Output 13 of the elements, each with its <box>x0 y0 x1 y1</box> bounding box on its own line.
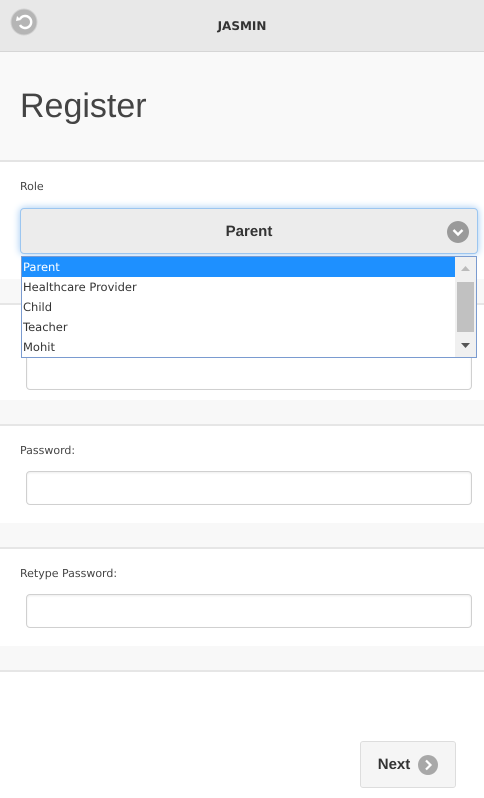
input-field[interactable] <box>26 471 472 505</box>
role-select[interactable]: Parent <box>20 208 478 254</box>
chevron-down-icon <box>447 221 469 243</box>
field-label: Password: <box>20 444 76 458</box>
input-field[interactable] <box>26 594 472 628</box>
field-label: Retype Password: <box>20 567 118 581</box>
field-label: Role <box>20 180 45 194</box>
page-title: Register <box>20 86 147 126</box>
scrollbar-drawing[interactable] <box>455 257 476 357</box>
back-icon[interactable] <box>10 8 38 36</box>
next-button[interactable]: Next <box>360 741 456 788</box>
chevron-right-icon <box>418 754 438 774</box>
app-title: JASMIN <box>218 18 266 32</box>
